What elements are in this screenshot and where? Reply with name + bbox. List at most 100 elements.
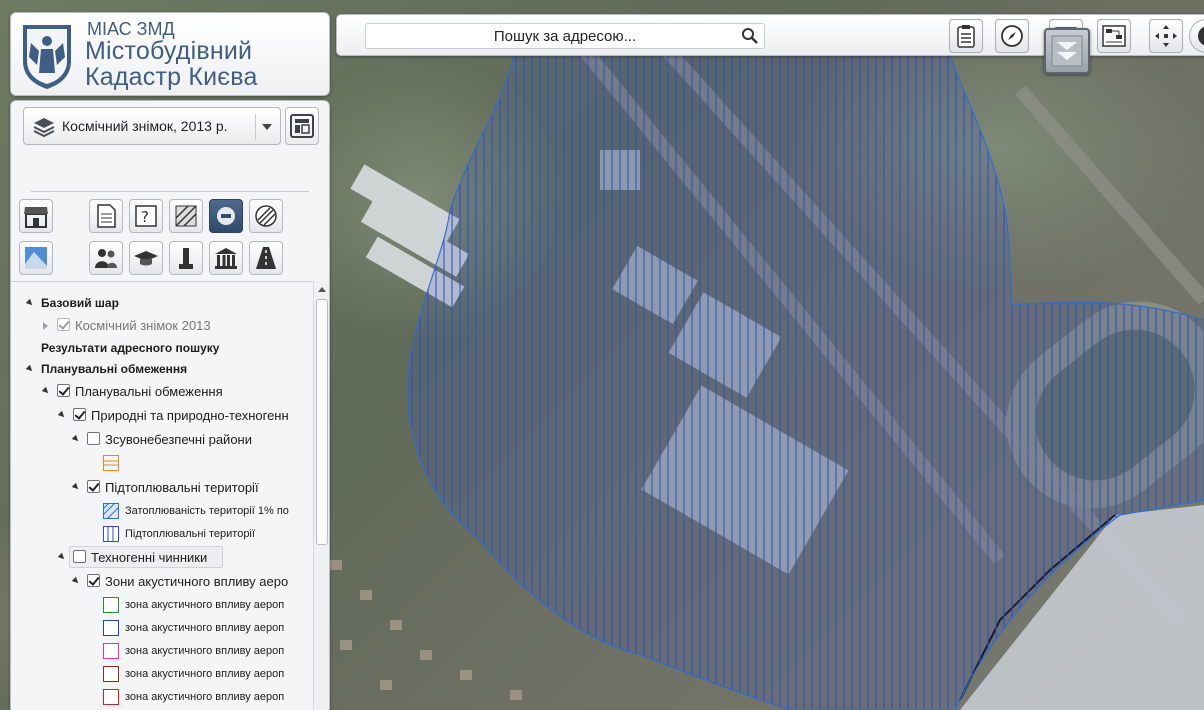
collapse-icon[interactable] (71, 482, 81, 492)
legend-acoustic-1: зона акустичного впливу аероп (11, 596, 311, 616)
kyiv-emblem-icon (23, 25, 71, 89)
legend-button[interactable] (285, 107, 319, 145)
checkbox[interactable] (87, 432, 100, 445)
tree-label: Базовий шар (41, 296, 119, 310)
basemap-selected-value: Космічний знімок, 2013 р. (62, 118, 228, 134)
tree-node-landslide[interactable]: Зсувонебезпечні райони (11, 430, 311, 450)
legend-label: Затоплюваність території 1% по (125, 505, 289, 517)
puzzle-layer-button[interactable]: ? (129, 199, 163, 233)
hatched-circle-layer-button[interactable] (249, 199, 283, 233)
print-button[interactable] (949, 19, 983, 53)
collapse-icon[interactable] (25, 298, 35, 308)
layer-tree: Базовий шар Космічний знімок 2013 Резуль… (11, 281, 313, 710)
tree-node-planning[interactable]: Планувальні обмеження (11, 360, 311, 380)
people-layer-button[interactable] (89, 241, 123, 275)
minus-circle-layer-button[interactable] (209, 199, 243, 233)
legend-label: зона акустичного впливу аероп (125, 645, 285, 657)
monument-icon (179, 248, 193, 269)
address-search-input[interactable] (365, 23, 765, 49)
monument-layer-button[interactable] (169, 241, 203, 275)
print-clipboard-icon (957, 25, 975, 48)
shop-layer-button[interactable] (19, 199, 53, 233)
tree-node-flooding[interactable]: Підтоплювальні території (11, 478, 311, 498)
tree-node-acoustic[interactable]: Зони акустичного впливу аеро (11, 572, 311, 592)
collapse-icon[interactable] (57, 410, 67, 420)
brown-square-swatch-icon (103, 666, 119, 682)
museum-icon (215, 248, 237, 269)
basemap-dropdown[interactable]: Космічний знімок, 2013 р. (23, 107, 281, 145)
expand-toolbar-button[interactable] (1044, 28, 1090, 74)
checkbox[interactable] (57, 318, 70, 331)
diagonal-hatch-swatch-icon (103, 503, 119, 519)
document-layer-button[interactable] (89, 199, 123, 233)
tree-label: Результати адресного пошуку (41, 341, 220, 355)
tree-node-base-item[interactable]: Космічний знімок 2013 (11, 316, 311, 336)
minus-circle-icon (217, 207, 235, 225)
navigation-button[interactable] (995, 19, 1029, 53)
houses (330, 560, 522, 700)
checkbox[interactable] (87, 480, 100, 493)
pan-arrows-icon (1155, 25, 1177, 47)
road-layer-button[interactable] (249, 241, 283, 275)
puzzle-icon: ? (135, 205, 157, 227)
tree-node-planning-child[interactable]: Планувальні обмеження (11, 382, 311, 402)
collapse-icon[interactable] (57, 552, 67, 562)
tree-label: Планувальні обмеження (41, 362, 188, 376)
tree-label: Зони акустичного впливу аеро (105, 574, 289, 589)
tree-node-natural[interactable]: Природні та природно-техногенн (11, 406, 311, 426)
legend-landslide (11, 454, 311, 474)
orange-lines-swatch-icon (103, 455, 119, 471)
legend-label: зона акустичного впливу аероп (125, 599, 285, 611)
hatched-square-layer-button[interactable] (169, 199, 203, 233)
legend-acoustic-3: зона акустичного впливу аероп (11, 642, 311, 662)
legend-flood-1pct: Затоплюваність території 1% по (11, 502, 311, 522)
scroll-up-icon[interactable] (318, 287, 326, 292)
legend-flooding: Підтоплювальні території (11, 525, 311, 545)
legend-label: зона акустичного впливу аероп (125, 668, 285, 680)
map-layer-button[interactable] (19, 241, 53, 275)
app-logo[interactable]: МІАС ЗМД Містобудівний Кадастр Києва (10, 12, 330, 96)
legend-acoustic-5: зона акустичного впливу аероп (11, 688, 311, 708)
tree-label: Підтоплювальні території (105, 480, 259, 495)
museum-layer-button[interactable] (209, 241, 243, 275)
green-square-swatch-icon (103, 597, 119, 613)
tree-label: Природні та природно-техногенн (91, 408, 289, 423)
checkbox[interactable] (57, 384, 70, 397)
tree-label: Зсувонебезпечні райони (105, 432, 252, 447)
education-layer-button[interactable] (129, 241, 163, 275)
checkbox[interactable] (73, 550, 86, 563)
tree-scrollbar[interactable] (313, 281, 329, 710)
hatched-square-icon (175, 205, 197, 227)
tree-label: Техногенні чинники (91, 550, 208, 565)
panel-divider (31, 191, 309, 192)
legend-label: зона акустичного впливу аероп (125, 622, 285, 634)
pan-button[interactable] (1149, 19, 1183, 53)
blue-square-swatch-icon (103, 620, 119, 636)
red-square-swatch-icon (103, 689, 119, 705)
expand-icon[interactable] (43, 322, 48, 330)
tree-node-technogenic[interactable]: Техногенні чинники (11, 546, 311, 568)
legend-acoustic-4: зона акустичного впливу аероп (11, 665, 311, 685)
collapse-icon[interactable] (71, 434, 81, 444)
tree-label: Космічний знімок 2013 (75, 318, 211, 333)
scroll-thumb[interactable] (316, 299, 328, 545)
power-button[interactable] (1189, 19, 1204, 53)
graduation-cap-icon (134, 251, 158, 266)
search-icon[interactable] (741, 27, 759, 45)
scheme-button[interactable] (1097, 19, 1131, 53)
collapse-icon[interactable] (41, 386, 51, 396)
checkbox[interactable] (73, 408, 86, 421)
collapse-icon[interactable] (25, 364, 35, 374)
flowchart-icon (1102, 25, 1126, 47)
tree-node-search-results[interactable]: Результати адресного пошуку (11, 339, 311, 359)
checkbox[interactable] (87, 574, 100, 587)
legend-label: Підтоплювальні території (125, 528, 255, 540)
dropdown-divider (255, 114, 256, 140)
vertical-hatch-swatch-icon (103, 526, 119, 542)
document-icon (97, 204, 116, 228)
chevron-down-icon[interactable] (262, 124, 272, 130)
power-icon (1198, 26, 1204, 46)
tree-node-base-layer[interactable]: Базовий шар (11, 294, 311, 314)
logo-title-line1: Містобудівний (85, 37, 253, 65)
collapse-icon[interactable] (71, 576, 81, 586)
